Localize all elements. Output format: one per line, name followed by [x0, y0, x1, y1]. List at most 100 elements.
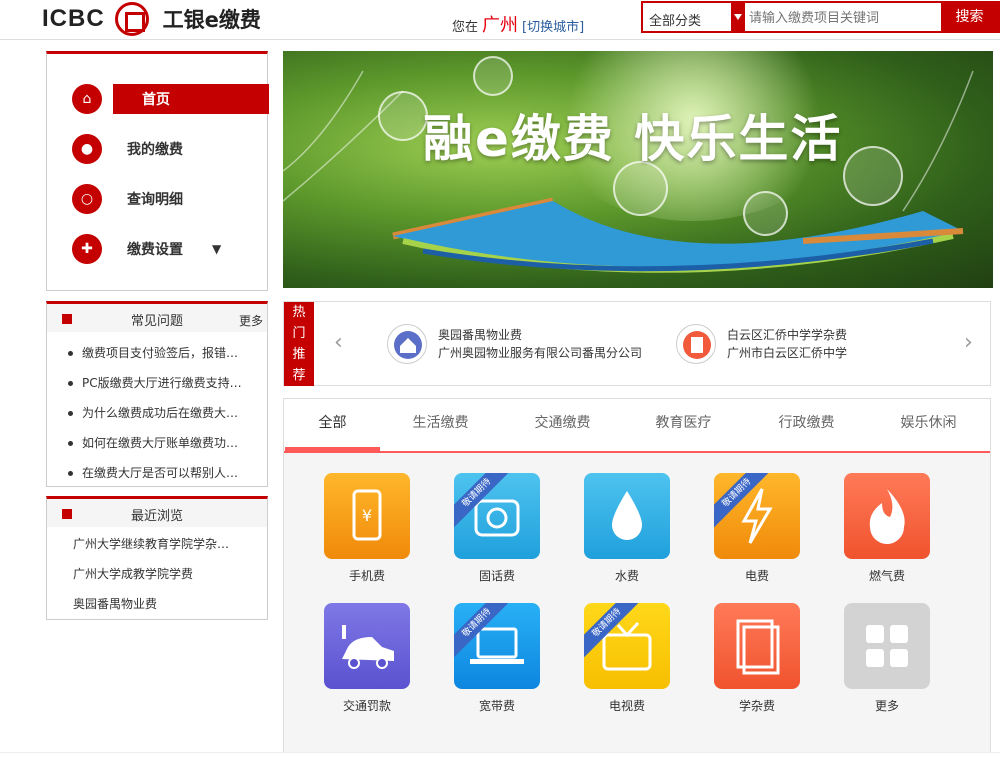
tile-label: 固话费 — [478, 569, 515, 583]
lightning-icon: 敬请期待 — [714, 473, 800, 559]
faq-header: 常见问题 更多 — [47, 304, 267, 332]
faq-item[interactable]: 如何在缴费大厅账单缴费功… — [47, 428, 267, 458]
books-icon — [714, 603, 800, 689]
settings-icon: ✚ — [72, 234, 102, 264]
tile-traffic-fine[interactable]: 交通罚款 — [324, 603, 410, 714]
search-bar: 全部分类 搜索 — [641, 1, 1000, 33]
city-indicator: 您在 广州 [切换城市] — [452, 11, 584, 37]
bubble-icon — [378, 91, 428, 141]
faq-item[interactable]: 在缴费大厅是否可以帮别人… — [47, 458, 267, 488]
current-city: 广州 — [482, 15, 519, 36]
recent-title: 最近浏览 — [130, 509, 183, 524]
tile-label: 水费 — [614, 569, 639, 583]
top-header: ICBC 工银e缴费 您在 广州 [切换城市] 全部分类 搜索 — [0, 0, 1000, 40]
recent-list: 广州大学继续教育学院学杂… 广州大学成教学院学费 奥园番禺物业费 — [47, 529, 267, 619]
recommendation-item[interactable]: 白云区汇侨中学学杂费 广州市白云区汇侨中学 — [676, 324, 847, 364]
category-section: 全部 生活缴费 交通缴费 教育医疗 行政缴费 娱乐休闲 ¥ 手机费 敬请期待 固… — [283, 398, 991, 753]
home-icon: ⌂ — [72, 84, 102, 114]
nav-label: 我的缴费 — [127, 142, 183, 158]
tab-all[interactable]: 全部 — [285, 399, 380, 451]
recent-item[interactable]: 广州大学成教学院学费 — [47, 559, 267, 589]
faq-more-link[interactable]: 更多 — [239, 312, 263, 329]
nav-label: 缴费设置 — [127, 242, 183, 258]
city-prefix: 您在 — [452, 20, 479, 35]
search-button[interactable]: 搜索 — [941, 3, 998, 31]
faq-title: 常见问题 — [130, 314, 183, 329]
nav-item-my-payments[interactable]: ● 我的缴费 — [47, 129, 269, 169]
tile-label: 燃气费 — [868, 569, 905, 583]
logo-text: ICBC — [42, 5, 105, 32]
faq-list: 缴费项目支付验签后，报错… PC版缴费大厅进行缴费支持… 为什么缴费成功后在缴费… — [47, 338, 267, 488]
faq-panel: 常见问题 更多 缴费项目支付验签后，报错… PC版缴费大厅进行缴费支持… 为什么… — [46, 301, 268, 487]
nav-item-payment-settings[interactable]: ✚ 缴费设置 ▼ — [47, 229, 269, 269]
brand-name: 工银e缴费 — [162, 8, 261, 32]
category-select[interactable]: 全部分类 — [643, 3, 731, 31]
car-icon — [324, 603, 410, 689]
nav-label: 查询明细 — [127, 192, 183, 208]
recent-panel: 最近浏览 广州大学继续教育学院学杂… 广州大学成教学院学费 奥园番禺物业费 — [46, 496, 268, 620]
svg-text:¥: ¥ — [362, 506, 372, 525]
hot-tag: 热 门 推 荐 — [284, 302, 314, 386]
nav-item-query-details[interactable]: ○ 查询明细 — [47, 179, 269, 219]
logo[interactable]: ICBC 工银e缴费 — [42, 2, 261, 36]
tile-mobile[interactable]: ¥ 手机费 — [324, 473, 410, 584]
tile-water[interactable]: 水费 — [584, 473, 670, 584]
grid-icon — [844, 603, 930, 689]
icbc-emblem-icon — [114, 2, 149, 36]
recommendation-org: 广州奥园物业服务有限公司番禺分公司 — [438, 346, 643, 360]
tab-entertainment[interactable]: 娱乐休闲 — [881, 399, 976, 451]
promo-banner[interactable]: 融e缴费 快乐生活 — [283, 51, 993, 288]
book-icon — [676, 324, 716, 364]
laptop-icon: 敬请期待 — [454, 603, 540, 689]
recommendation-org: 广州市白云区汇侨中学 — [727, 346, 848, 360]
nav-label: 首页 — [142, 92, 170, 108]
tile-label: 更多 — [874, 699, 899, 713]
tile-tuition[interactable]: 学杂费 — [714, 603, 800, 714]
tile-landline[interactable]: 敬请期待 固话费 — [454, 473, 540, 584]
banner-headline: 融e缴费 快乐生活 — [423, 110, 843, 168]
chevron-right-icon[interactable]: › — [964, 330, 973, 355]
tile-label: 学杂费 — [738, 699, 775, 713]
faq-item[interactable]: 为什么缴费成功后在缴费大… — [47, 398, 267, 428]
recent-header: 最近浏览 — [47, 499, 267, 527]
tile-broadband[interactable]: 敬请期待 宽带费 — [454, 603, 540, 714]
recommendation-title: 白云区汇侨中学学杂费 — [727, 328, 848, 342]
recent-item[interactable]: 广州大学继续教育学院学杂… — [47, 529, 267, 559]
search-input[interactable] — [745, 3, 941, 31]
nav-item-home[interactable]: ⌂ 首页 — [47, 79, 269, 119]
switch-city-link[interactable]: [切换城市] — [522, 16, 584, 35]
category-tabs: 全部 生活缴费 交通缴费 教育医疗 行政缴费 娱乐休闲 — [284, 399, 990, 453]
house-icon — [387, 324, 427, 364]
tab-living[interactable]: 生活缴费 — [393, 399, 488, 451]
footer — [0, 752, 1000, 778]
tile-electricity[interactable]: 敬请期待 电费 — [714, 473, 800, 584]
tile-tv[interactable]: 敬请期待 电视费 — [584, 603, 670, 714]
user-icon: ● — [72, 134, 102, 164]
faq-item[interactable]: PC版缴费大厅进行缴费支持… — [47, 368, 267, 398]
tile-label: 宽带费 — [478, 699, 515, 713]
hot-recommendations: 热 门 推 荐 ‹ 奥园番禺物业费 广州奥园物业服务有限公司番禺分公司 白云区汇… — [283, 301, 991, 386]
telephone-icon: 敬请期待 — [454, 473, 540, 559]
search-icon: ○ — [72, 184, 102, 214]
tile-more[interactable]: 更多 — [844, 603, 930, 714]
recommendation-item[interactable]: 奥园番禺物业费 广州奥园物业服务有限公司番禺分公司 — [387, 324, 642, 364]
recommendation-title: 奥园番禺物业费 — [438, 328, 523, 342]
tile-gas[interactable]: 燃气费 — [844, 473, 930, 584]
tab-traffic[interactable]: 交通缴费 — [515, 399, 610, 451]
tile-label: 手机费 — [348, 569, 385, 583]
phone-bubble-icon — [743, 191, 788, 236]
recent-item[interactable]: 奥园番禺物业费 — [47, 589, 267, 619]
dropdown-arrow-icon[interactable] — [731, 3, 745, 31]
tile-label: 电视费 — [608, 699, 645, 713]
chevron-left-icon[interactable]: ‹ — [334, 330, 343, 355]
tab-education-medical[interactable]: 教育医疗 — [636, 399, 731, 451]
flame-icon — [844, 473, 930, 559]
water-icon — [584, 473, 670, 559]
tab-administrative[interactable]: 行政缴费 — [759, 399, 854, 451]
phone-icon: ¥ — [324, 473, 410, 559]
chevron-down-icon[interactable]: ▼ — [212, 242, 221, 256]
faq-item[interactable]: 缴费项目支付验签后，报错… — [47, 338, 267, 368]
flag-bubble-icon — [843, 146, 903, 206]
lightning-bubble-icon — [473, 56, 513, 96]
tv-icon: 敬请期待 — [584, 603, 670, 689]
